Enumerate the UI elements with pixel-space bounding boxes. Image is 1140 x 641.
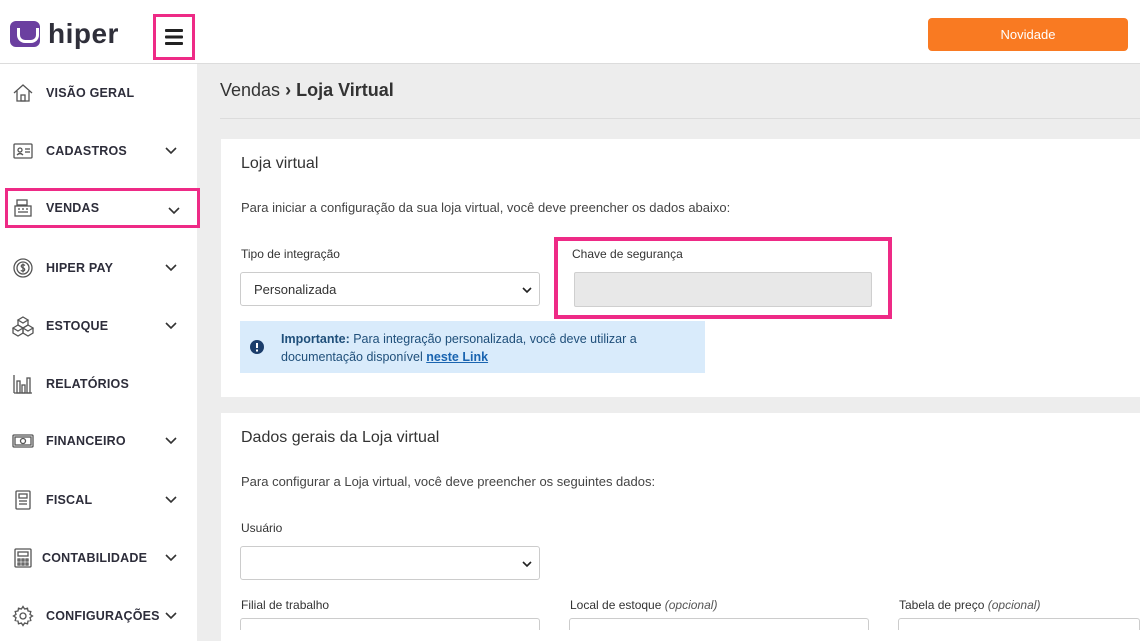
- banknote-icon: [12, 430, 34, 452]
- calculator-icon: [12, 547, 34, 569]
- sidebar-item-hiper-pay[interactable]: HIPER PAY: [8, 248, 194, 288]
- breadcrumb-current: Loja Virtual: [296, 80, 394, 100]
- chevron-down-icon: [522, 561, 532, 568]
- card-title: Dados gerais da Loja virtual: [241, 429, 440, 446]
- menu-toggle-button[interactable]: [153, 14, 195, 60]
- tabela-preco-label-text: Tabela de preço: [899, 598, 985, 612]
- sidebar-item-label: FINANCEIRO: [46, 434, 126, 448]
- chevron-down-icon: [165, 554, 177, 562]
- sidebar-item-label: RELATÓRIOS: [46, 377, 130, 391]
- important-alert: Importante: Para integração personalizad…: [240, 321, 705, 373]
- tabela-preco-label: Tabela de preço (opcional): [899, 598, 1040, 612]
- breadcrumb-parent[interactable]: Vendas: [220, 80, 280, 100]
- divider: [220, 118, 1140, 119]
- sidebar-item-cadastros[interactable]: CADASTROS: [8, 131, 194, 171]
- dados-gerais-card: Dados gerais da Loja virtual Para config…: [221, 413, 1140, 641]
- cash-register-icon: [12, 197, 34, 219]
- chevron-down-icon: [522, 287, 532, 294]
- chevron-down-icon: [165, 496, 177, 504]
- card-description: Para configurar a Loja virtual, você dev…: [241, 474, 656, 489]
- sidebar-item-label: CADASTROS: [46, 144, 127, 158]
- chevron-down-icon: [165, 437, 177, 445]
- sidebar-item-label: ESTOQUE: [46, 319, 109, 333]
- sidebar-item-relatorios[interactable]: RELATÓRIOS: [8, 364, 194, 404]
- logo[interactable]: hiper: [10, 18, 119, 50]
- tipo-integracao-label: Tipo de integração: [241, 247, 340, 261]
- sidebar-item-label: VENDAS: [46, 201, 100, 215]
- novidade-button[interactable]: Novidade: [928, 18, 1128, 51]
- sidebar: VISÃO GERAL CADASTROS VENDAS HIPER PAY E…: [0, 64, 200, 641]
- top-bar: hiper Novidade: [0, 0, 1140, 64]
- sidebar-item-financeiro[interactable]: FINANCEIRO: [8, 421, 194, 461]
- select-value: Personalizada: [254, 281, 337, 297]
- usuario-label: Usuário: [241, 521, 283, 535]
- chevron-down-icon: [165, 612, 177, 620]
- sidebar-item-label: CONFIGURAÇÕES: [46, 609, 160, 623]
- optional-tag: (opcional): [987, 598, 1041, 612]
- card-title: Loja virtual: [241, 155, 319, 172]
- sidebar-item-estoque[interactable]: ESTOQUE: [8, 306, 194, 346]
- id-card-icon: [12, 140, 34, 162]
- sidebar-item-label: FISCAL: [46, 493, 93, 507]
- receipt-icon: [12, 489, 34, 511]
- card-description: Para iniciar a configuração da sua loja …: [241, 200, 731, 215]
- tabela-preco-select[interactable]: [898, 618, 1140, 630]
- sidebar-item-label: CONTABILIDADE: [42, 551, 148, 565]
- sidebar-item-configuracoes[interactable]: CONFIGURAÇÕES: [8, 596, 194, 636]
- chave-seguranca-label: Chave de segurança: [572, 247, 683, 261]
- hamburger-icon: [165, 29, 183, 45]
- documentation-link[interactable]: neste Link: [426, 350, 488, 364]
- bar-chart-icon: [12, 373, 34, 395]
- chave-seguranca-field[interactable]: [574, 272, 872, 307]
- sidebar-item-fiscal[interactable]: FISCAL: [8, 480, 194, 520]
- sidebar-item-label: HIPER PAY: [46, 261, 114, 275]
- dollar-cycle-icon: [12, 257, 34, 279]
- chevron-down-icon: [165, 264, 177, 272]
- loja-virtual-card: Loja virtual Para iniciar a configuração…: [221, 139, 1140, 397]
- hiper-logo-icon: [10, 21, 40, 47]
- boxes-icon: [12, 315, 34, 337]
- sidebar-item-label: VISÃO GERAL: [46, 86, 135, 100]
- local-estoque-select[interactable]: [569, 618, 869, 630]
- chevron-down-icon: [165, 322, 177, 330]
- logo-text: hiper: [48, 18, 119, 49]
- sidebar-item-visao-geral[interactable]: VISÃO GERAL: [8, 73, 194, 113]
- filial-select[interactable]: [240, 618, 540, 630]
- alert-text: Importante: Para integração personalizad…: [281, 330, 701, 366]
- sidebar-item-vendas[interactable]: VENDAS: [5, 188, 200, 228]
- usuario-select[interactable]: [240, 546, 540, 580]
- chevron-down-icon: [165, 147, 177, 155]
- breadcrumb: Vendas › Loja Virtual: [220, 80, 394, 101]
- gear-icon: [12, 605, 34, 627]
- local-estoque-label-text: Local de estoque: [570, 598, 662, 612]
- local-estoque-label: Local de estoque (opcional): [570, 598, 717, 612]
- optional-tag: (opcional): [664, 598, 718, 612]
- info-icon: [250, 340, 264, 354]
- breadcrumb-separator: ›: [285, 80, 292, 100]
- alert-strong: Importante:: [281, 332, 350, 346]
- sidebar-item-contabilidade[interactable]: CONTABILIDADE: [8, 538, 194, 578]
- filial-label: Filial de trabalho: [241, 598, 330, 612]
- tipo-integracao-select[interactable]: Personalizada: [240, 272, 540, 306]
- home-icon: [12, 82, 34, 104]
- chave-seguranca-highlight: Chave de segurança: [554, 237, 892, 319]
- chevron-down-icon: [168, 207, 180, 215]
